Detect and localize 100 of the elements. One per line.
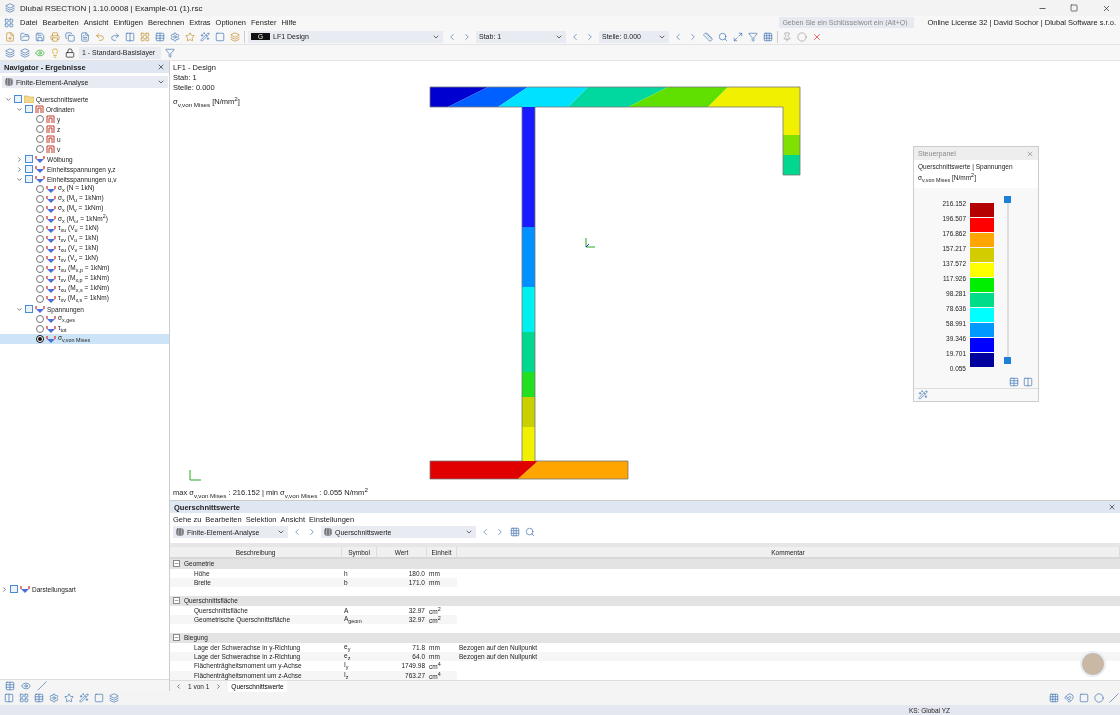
circle-icon[interactable] [796,30,808,43]
eye-icon[interactable] [34,46,46,59]
radio-button[interactable] [36,335,44,343]
close-icon[interactable] [1108,503,1116,511]
resize-icon[interactable] [732,30,744,43]
axis-icon [187,467,203,483]
open-folder-icon[interactable] [19,30,31,43]
checkbox[interactable] [25,155,33,163]
radio-button[interactable] [36,195,44,203]
radio-button[interactable] [36,255,44,263]
radio-button[interactable] [36,225,44,233]
color-scale-icon[interactable] [917,388,929,401]
wand-icon[interactable] [78,692,90,704]
radio-button[interactable] [36,125,44,133]
close-icon[interactable] [157,63,165,71]
checkbox[interactable] [10,585,18,593]
stress-diagram-icon [20,585,30,593]
settings-icon[interactable] [169,30,181,43]
collapse-icon[interactable] [15,175,23,183]
undo-icon[interactable] [94,30,106,43]
columns-icon[interactable] [3,692,15,704]
table-icon[interactable] [154,30,166,43]
stress-diagram-icon [46,235,56,243]
checkbox[interactable] [14,95,22,103]
save-icon[interactable] [34,30,46,43]
ruler-icon[interactable] [702,30,714,43]
slider-handle[interactable] [1004,195,1011,203]
grid-icon[interactable] [762,30,774,43]
columns-icon[interactable] [1022,375,1034,388]
maximize-icon [1070,4,1078,12]
radio-button[interactable] [36,265,44,273]
line-icon[interactable] [36,679,48,692]
layers-icon[interactable] [4,46,16,59]
lock-icon[interactable] [64,46,76,59]
search-icon[interactable] [524,526,536,538]
radio-button[interactable] [36,275,44,283]
settings-icon[interactable] [48,692,60,704]
collapse-icon[interactable] [15,305,23,313]
radio-button[interactable] [36,185,44,193]
caret-icon[interactable] [157,78,165,86]
radio-button[interactable] [36,285,44,293]
eye-icon[interactable] [20,679,32,692]
star-icon[interactable] [63,692,75,704]
radio-button[interactable] [36,325,44,333]
line-icon[interactable] [1108,692,1120,704]
previous-page-icon[interactable] [175,682,182,690]
checkbox[interactable] [25,105,33,113]
circle-icon[interactable] [1093,692,1105,704]
radio-button[interactable] [36,235,44,243]
radio-button[interactable] [36,205,44,213]
new-file-icon[interactable] [4,30,16,43]
collapse-icon[interactable] [173,597,180,605]
radio-button[interactable] [36,315,44,323]
close-icon[interactable] [1026,149,1034,158]
layers-icon[interactable] [19,46,31,59]
expand-icon[interactable] [15,165,23,173]
radio-button[interactable] [36,115,44,123]
table-icon[interactable] [33,692,45,704]
radio-button[interactable] [36,245,44,253]
menu-icon[interactable] [3,16,15,29]
next-page-icon[interactable] [215,682,223,690]
square-icon[interactable] [1078,692,1090,704]
layers-icon[interactable] [108,692,120,704]
wand-icon[interactable] [199,30,211,43]
collapse-icon[interactable] [173,560,180,568]
filter-icon[interactable] [747,30,759,43]
caret-icon[interactable] [277,528,285,536]
data-icon[interactable] [4,679,16,692]
slider-handle[interactable] [1004,356,1011,364]
grid-icon[interactable] [139,30,151,43]
columns-icon[interactable] [124,30,136,43]
collapse-icon[interactable] [4,95,12,103]
square-icon[interactable] [93,692,105,704]
radio-button[interactable] [36,295,44,303]
checkbox[interactable] [25,165,33,173]
collapse-icon[interactable] [173,634,180,642]
pin-icon[interactable] [781,30,793,43]
search-icon[interactable] [717,30,729,43]
star-icon[interactable] [184,30,196,43]
checkbox[interactable] [25,305,33,313]
filter-icon[interactable] [164,46,176,59]
stress-diagram-icon [46,325,56,333]
radio-button[interactable] [36,135,44,143]
expand-icon[interactable] [15,155,23,163]
magnet-icon[interactable] [1063,692,1075,704]
radio-button[interactable] [36,215,44,223]
grid-icon[interactable] [1048,692,1060,704]
avatar[interactable] [1080,651,1106,677]
checkbox[interactable] [25,175,33,183]
grid-icon[interactable] [509,526,521,538]
square-icon[interactable] [214,30,226,43]
redo-icon[interactable] [109,30,121,43]
caret-icon[interactable] [465,528,473,536]
collapse-icon[interactable] [15,105,23,113]
grid-icon[interactable] [18,692,30,704]
table-icon[interactable] [1008,375,1020,388]
radio-button[interactable] [36,145,44,153]
frame-icon [35,105,44,113]
layers-icon[interactable] [229,30,241,43]
expand-icon[interactable] [0,585,8,593]
